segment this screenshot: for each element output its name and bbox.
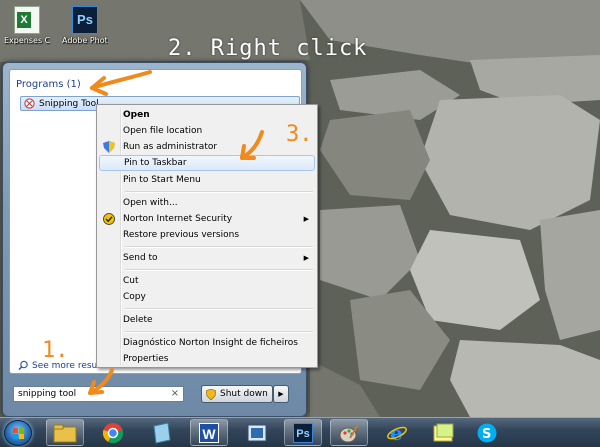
- menu-separator: [125, 246, 313, 248]
- desktop-icon-photoshop[interactable]: Ps Adobe Photosho: [62, 6, 108, 45]
- chrome-icon: [102, 422, 124, 443]
- file-explorer-icon: [53, 424, 77, 442]
- photoshop-icon: Ps: [293, 422, 313, 443]
- clear-search-icon[interactable]: ×: [169, 388, 181, 400]
- svg-text:S: S: [482, 427, 491, 442]
- taskbar-word[interactable]: W: [190, 419, 228, 446]
- desktop-icon-expenses[interactable]: Expenses Calculate: [4, 6, 50, 45]
- annotation-step-2: 2. Right click: [168, 36, 368, 61]
- menu-item-label: Run as administrator: [123, 142, 218, 152]
- annotation-step-3: 3.: [286, 122, 313, 147]
- taskbar-chrome[interactable]: [94, 419, 132, 446]
- taskbar-sticky-notes[interactable]: [424, 419, 462, 446]
- menu-item-label: Pin to Taskbar: [124, 158, 187, 168]
- menu-separator: [125, 191, 313, 193]
- menu-item-label: Copy: [123, 292, 146, 302]
- notepad-icon: [153, 421, 171, 444]
- excel-file-icon: [14, 6, 40, 34]
- annotation-step-1: 1.: [42, 338, 69, 363]
- scissors-icon: [24, 98, 35, 109]
- menu-item-restore-previous-versions[interactable]: Restore previous versions: [99, 227, 315, 243]
- menu-item-copy[interactable]: Copy: [99, 289, 315, 305]
- desktop-icon-label: Expenses Calculate: [4, 36, 50, 45]
- menu-item-pin-to-start-menu[interactable]: Pin to Start Menu: [99, 172, 315, 188]
- taskbar-photoshop[interactable]: Ps: [284, 419, 322, 446]
- menu-item-label: Diagnóstico Norton Insight de ficheiros: [123, 338, 298, 348]
- menu-item-cut[interactable]: Cut: [99, 273, 315, 289]
- menu-item-delete[interactable]: Delete: [99, 312, 315, 328]
- menu-item-norton-insight[interactable]: Diagnóstico Norton Insight de ficheiros: [99, 335, 315, 351]
- start-search-input[interactable]: [13, 386, 184, 402]
- svg-text:e: e: [390, 422, 403, 444]
- taskbar-internet-explorer[interactable]: e: [378, 419, 416, 446]
- shut-down-button[interactable]: Shut down: [201, 385, 273, 403]
- taskbar-notepad[interactable]: [142, 419, 180, 446]
- menu-item-label: Norton Internet Security: [123, 214, 233, 224]
- menu-item-send-to[interactable]: Send to ▶: [99, 250, 315, 266]
- uac-shield-icon: [103, 141, 115, 153]
- uac-shield-icon: [206, 388, 216, 400]
- norton-icon: [103, 213, 115, 225]
- taskbar-paint[interactable]: [330, 419, 368, 446]
- media-icon: [247, 424, 267, 441]
- sticky-notes-icon: [433, 423, 454, 441]
- start-button[interactable]: [4, 420, 32, 446]
- desktop-icon-label: Adobe Photosho: [62, 36, 108, 45]
- menu-item-label: Open file location: [123, 126, 203, 136]
- paint-icon: [339, 423, 359, 442]
- context-menu: Open Open file location Run as administr…: [96, 104, 318, 368]
- taskbar-skype[interactable]: S: [468, 419, 506, 446]
- menu-item-open-with[interactable]: Open with...: [99, 195, 315, 211]
- submenu-arrow-icon: ▶: [303, 215, 309, 223]
- windows-logo-icon: [13, 428, 24, 439]
- menu-item-label: Properties: [123, 354, 169, 364]
- shut-down-options-arrow[interactable]: ▶: [273, 385, 289, 403]
- menu-item-open-file-location[interactable]: Open file location: [99, 123, 315, 139]
- menu-item-label: Send to: [123, 253, 158, 263]
- skype-icon: S: [477, 423, 497, 442]
- menu-item-norton-internet-security[interactable]: Norton Internet Security ▶: [99, 211, 315, 227]
- menu-item-open[interactable]: Open: [99, 107, 315, 123]
- submenu-arrow-icon: ▶: [303, 254, 309, 262]
- menu-item-label: Open with...: [123, 198, 178, 208]
- menu-separator: [125, 331, 313, 333]
- menu-item-label: Pin to Start Menu: [123, 175, 201, 185]
- menu-item-pin-to-taskbar[interactable]: Pin to Taskbar: [99, 155, 315, 171]
- menu-item-run-as-administrator[interactable]: Run as administrator: [99, 139, 315, 155]
- menu-item-label: Cut: [123, 276, 139, 286]
- menu-item-label: Restore previous versions: [123, 230, 240, 240]
- taskbar-media[interactable]: [238, 419, 276, 446]
- programs-header: Programs (1): [16, 79, 81, 90]
- internet-explorer-icon: e: [387, 422, 407, 444]
- menu-separator: [125, 308, 313, 310]
- word-icon: W: [199, 422, 219, 443]
- shut-down-label: Shut down: [220, 389, 268, 399]
- photoshop-icon: Ps: [72, 6, 98, 34]
- menu-item-label: Open: [123, 110, 150, 120]
- program-item-label: Snipping Tool: [39, 98, 99, 109]
- menu-item-properties[interactable]: Properties: [99, 351, 315, 367]
- menu-item-label: Delete: [123, 315, 153, 325]
- menu-separator: [125, 269, 313, 271]
- taskbar-file-explorer[interactable]: [46, 419, 84, 446]
- magnifier-icon: [18, 360, 28, 371]
